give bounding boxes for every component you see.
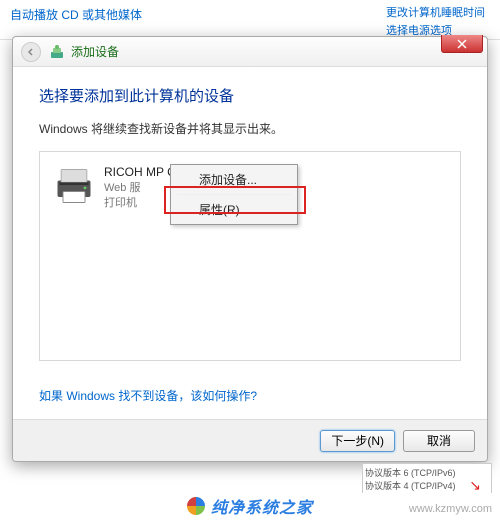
watermark-logo-icon <box>187 497 205 515</box>
device-list: RICOH MP C3503 Web 服 打印机 添加设备... 属性(R) <box>39 151 461 361</box>
background-protocol-panel: 协议版本 6 (TCP/IPv6) 协议版本 4 (TCP/IPv4) ↘ <box>362 463 492 495</box>
background-right-panel: 更改计算机睡眠时间 选择电源选项 <box>380 0 500 40</box>
autoplay-link[interactable]: 自动播放 CD 或其他媒体 <box>10 8 142 22</box>
annotation-arrow: ↘ <box>469 477 481 494</box>
watermark-url: www.kzmyw.com <box>409 503 492 515</box>
back-button[interactable] <box>21 42 41 62</box>
next-button[interactable]: 下一步(N) <box>320 430 395 452</box>
dialog-content: 选择要添加到此计算机的设备 Windows 将继续查找新设备并将其显示出来。 R… <box>13 67 487 414</box>
device-icon <box>49 44 65 60</box>
dialog-title: 添加设备 <box>71 43 119 60</box>
context-menu: 添加设备... 属性(R) <box>170 164 298 225</box>
menu-separator <box>177 194 291 195</box>
cancel-button[interactable]: 取消 <box>403 430 475 452</box>
sleep-time-link[interactable]: 更改计算机睡眠时间 <box>386 4 494 20</box>
button-row: 下一步(N) 取消 <box>13 419 487 461</box>
menu-properties[interactable]: 属性(R) <box>173 197 295 222</box>
watermark-brand: 纯净系统之家 <box>211 494 313 518</box>
add-device-dialog: 添加设备 选择要添加到此计算机的设备 Windows 将继续查找新设备并将其显示… <box>12 36 488 462</box>
close-button[interactable] <box>441 35 483 53</box>
menu-add-device[interactable]: 添加设备... <box>173 167 295 192</box>
help-link[interactable]: 如果 Windows 找不到设备，该如何操作? <box>39 387 257 404</box>
dialog-subtext: Windows 将继续查找新设备并将其显示出来。 <box>39 120 461 137</box>
dialog-heading: 选择要添加到此计算机的设备 <box>39 85 461 106</box>
title-bar: 添加设备 <box>13 37 487 67</box>
printer-icon <box>52 164 96 208</box>
